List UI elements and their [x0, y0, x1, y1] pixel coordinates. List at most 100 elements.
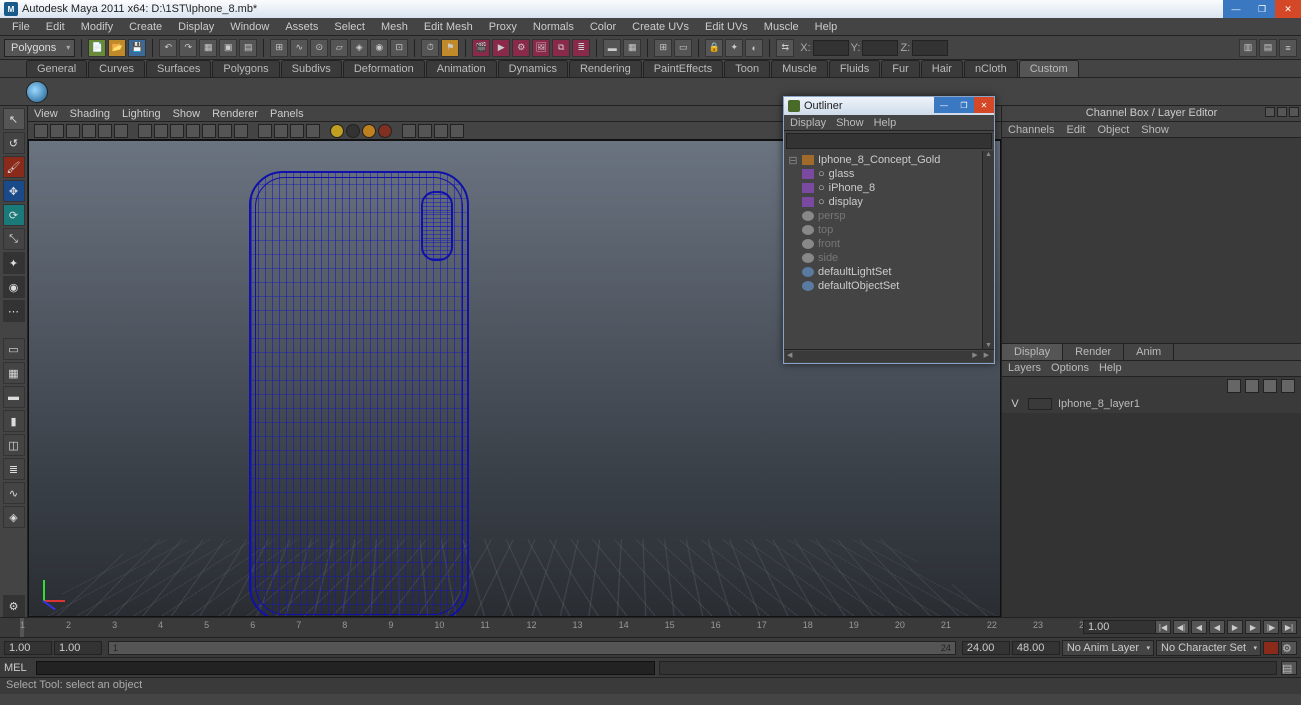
layer-color-swatch[interactable] [1028, 398, 1052, 410]
menu-assets[interactable]: Assets [277, 19, 326, 35]
outliner-menu-show[interactable]: Show [836, 117, 864, 129]
layer-tab-anim[interactable]: Anim [1124, 344, 1174, 360]
lasso-tool-icon[interactable]: ↺ [3, 132, 25, 154]
cb-menu-channels[interactable]: Channels [1008, 124, 1054, 136]
last-tool-icon[interactable]: ⋯ [3, 300, 25, 322]
render-button[interactable]: 🎬 [472, 39, 490, 57]
menu-editmesh[interactable]: Edit Mesh [416, 19, 481, 35]
vp-light-icon[interactable] [378, 124, 392, 138]
step-back-key-button[interactable]: ◀| [1173, 620, 1189, 634]
abs-transform-button[interactable]: ⇆ [776, 39, 794, 57]
vp-light-icon[interactable] [362, 124, 376, 138]
menu-window[interactable]: Window [222, 19, 277, 35]
vp-icon[interactable] [138, 124, 152, 138]
move-tool-icon[interactable]: ✥ [3, 180, 25, 202]
shelf-tab-rendering[interactable]: Rendering [569, 60, 642, 77]
menu-normals[interactable]: Normals [525, 19, 582, 35]
shelf-tab-dynamics[interactable]: Dynamics [498, 60, 568, 77]
input-mode-button[interactable]: ⊞ [654, 39, 672, 57]
save-scene-button[interactable]: 💾 [128, 39, 146, 57]
layer-menu-help[interactable]: Help [1099, 362, 1122, 374]
layout-two-v-icon[interactable]: ▮ [3, 410, 25, 432]
layer-visibility-toggle[interactable]: V [1008, 398, 1022, 410]
snap-curve-button[interactable]: ∿ [290, 39, 308, 57]
tree-row[interactable]: defaultLightSet [784, 265, 994, 279]
menu-help[interactable]: Help [807, 19, 846, 35]
layer-add-icon[interactable] [1281, 379, 1295, 393]
sidebar-toggle-c[interactable]: ≡ [1279, 39, 1297, 57]
input-line-button[interactable]: ▭ [674, 39, 692, 57]
step-forward-key-button[interactable]: |▶ [1263, 620, 1279, 634]
playback-start-field[interactable] [54, 641, 102, 655]
vp-menu-lighting[interactable]: Lighting [122, 108, 161, 120]
select-hierarchy-button[interactable]: ▦ [199, 39, 217, 57]
shelf-custom-icon[interactable] [26, 81, 48, 103]
vp-icon[interactable] [450, 124, 464, 138]
layout-hypershade-icon[interactable]: ◈ [3, 506, 25, 528]
layout-graph-icon[interactable]: ∿ [3, 482, 25, 504]
panel-icon[interactable] [1277, 107, 1287, 117]
panel-close-icon[interactable] [1289, 107, 1299, 117]
playback-end-field[interactable] [962, 641, 1010, 655]
shelf-tab-curves[interactable]: Curves [88, 60, 145, 77]
outliner-hscrollbar[interactable] [785, 351, 993, 362]
menu-file[interactable]: File [4, 19, 38, 35]
layout-four-button[interactable]: ▦ [623, 39, 641, 57]
anim-end-field[interactable] [1012, 641, 1060, 655]
layer-up-icon[interactable] [1245, 379, 1259, 393]
layer-row[interactable]: V Iphone_8_layer1 [1002, 395, 1301, 413]
shelf-tab-custom[interactable]: Custom [1019, 60, 1079, 77]
menu-display[interactable]: Display [170, 19, 222, 35]
vp-light-icon[interactable] [330, 124, 344, 138]
expand-icon[interactable]: ⊟ [788, 154, 798, 167]
manipulator-tool-icon[interactable]: ✦ [3, 252, 25, 274]
window-minimize-button[interactable]: — [1223, 0, 1249, 18]
outliner-close-button[interactable]: ✕ [974, 97, 994, 113]
shelf-tab-ncloth[interactable]: nCloth [964, 60, 1018, 77]
current-frame-field[interactable]: 1.00 [1083, 620, 1163, 634]
layout-four-icon[interactable]: ▦ [3, 362, 25, 384]
vp-icon[interactable] [50, 124, 64, 138]
script-language-label[interactable]: MEL [4, 662, 32, 674]
shelf-tab-fur[interactable]: Fur [881, 60, 920, 77]
script-editor-button[interactable]: ▤ [1281, 661, 1297, 675]
render-view-button[interactable]: 🖼 [532, 39, 550, 57]
construction-history-button[interactable]: ⚑ [441, 39, 459, 57]
open-scene-button[interactable]: 📂 [108, 39, 126, 57]
menu-muscle[interactable]: Muscle [756, 19, 807, 35]
command-input[interactable] [36, 661, 655, 675]
tree-row[interactable]: ⊟Iphone_8_Concept_Gold [784, 153, 994, 167]
outliner-filter-input[interactable] [786, 133, 992, 149]
outliner-minimize-button[interactable]: — [934, 97, 954, 113]
menu-mesh[interactable]: Mesh [373, 19, 416, 35]
time-slider[interactable]: 123456789101112131415161718192021222324 … [0, 618, 1301, 638]
play-back-button[interactable]: ◀ [1209, 620, 1225, 634]
cb-menu-show[interactable]: Show [1141, 124, 1169, 136]
soft-select-tool-icon[interactable]: ◉ [3, 276, 25, 298]
vp-icon[interactable] [66, 124, 80, 138]
vp-icon[interactable] [434, 124, 448, 138]
vp-icon[interactable] [418, 124, 432, 138]
vp-icon[interactable] [154, 124, 168, 138]
vp-menu-show[interactable]: Show [173, 108, 201, 120]
layout-persp-icon[interactable]: ◫ [3, 434, 25, 456]
menu-createuvs[interactable]: Create UVs [624, 19, 697, 35]
vp-icon[interactable] [234, 124, 248, 138]
vp-icon[interactable] [202, 124, 216, 138]
tree-row[interactable]: ○glass [784, 167, 994, 181]
step-back-button[interactable]: ◀ [1191, 620, 1207, 634]
new-scene-button[interactable]: 📄 [88, 39, 106, 57]
vp-icon[interactable] [218, 124, 232, 138]
render-layer-button[interactable]: ≣ [572, 39, 590, 57]
snap-point-button[interactable]: ⊙ [310, 39, 328, 57]
snap-view-button[interactable]: ◉ [370, 39, 388, 57]
undo-button[interactable]: ↶ [159, 39, 177, 57]
menu-edit[interactable]: Edit [38, 19, 73, 35]
shelf-tab-muscle[interactable]: Muscle [771, 60, 828, 77]
step-forward-button[interactable]: ▶ [1245, 620, 1261, 634]
tree-row[interactable]: side [784, 251, 994, 265]
tree-row[interactable]: front [784, 237, 994, 251]
shelf-tab-polygons[interactable]: Polygons [212, 60, 279, 77]
render-settings-button[interactable]: ⚙ [512, 39, 530, 57]
shelf-tab-toon[interactable]: Toon [724, 60, 770, 77]
